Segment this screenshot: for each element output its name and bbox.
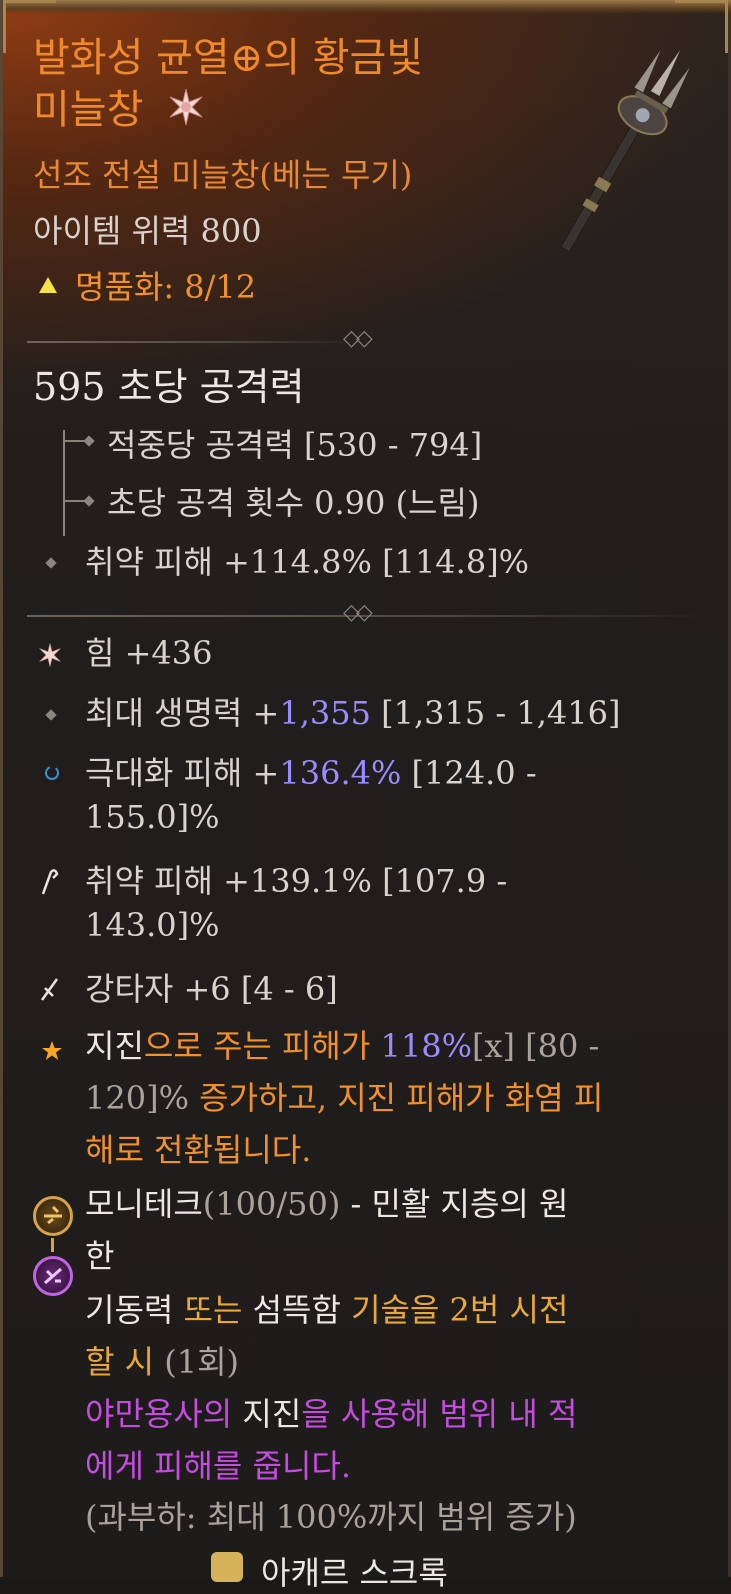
rune-offering-count: (100/50) (202, 1185, 341, 1223)
aspect-range-start: [80 - (515, 1027, 600, 1065)
item-power: 아이템 위력 800 (33, 212, 262, 250)
separator-diamond-2: ◇◇ (343, 600, 373, 625)
aspect-multiplier-marker: [x] (471, 1027, 515, 1065)
affix-diamond-icon (45, 709, 57, 721)
rune-title-line2: 한 (85, 1237, 115, 1275)
item-name-line1: 발화성 균열⊕의 황금빛 (33, 35, 424, 81)
aspect-text-1: 으로 주는 피해가 (143, 1027, 381, 1065)
damage-per-hit: 적중당 공격력 [530 - 794] (107, 426, 483, 464)
item-tooltip: 발화성 균열⊕의 황금빛 미늘창 선조 전설 미늘창(베는 무기) 아이템 위력… (0, 0, 731, 1592)
affix-strength: 힘 +436 (85, 634, 213, 672)
affix-max-life-prefix: 최대 생명력 + (85, 694, 280, 732)
rune-effect-class: 야만용사의 (85, 1395, 243, 1433)
affix-max-life-value: 1,355 (279, 694, 371, 732)
affix-max-life: 최대 생명력 +1,355 [1,315 - 1,416] (85, 688, 620, 734)
item-name-line2-text: 미늘창 (33, 87, 144, 133)
aspect-text-2: 증가하고, 지진 피해가 화염 피 (199, 1079, 604, 1117)
affix-overpower-damage: 극대화 피해 +136.4% [124.0 - (85, 748, 537, 794)
rune-cond-macabre: 섬뜩함 (252, 1291, 352, 1329)
legendary-aspect-star-icon (41, 1040, 63, 1066)
item-name-line2: 미늘창 (33, 84, 206, 140)
tooltip-top-frame (3, 0, 731, 14)
rune-cond-or: 또는 (183, 1291, 253, 1329)
ancestral-star-icon (166, 87, 206, 140)
affix-max-life-range: [1,315 - 1,416] (370, 694, 621, 732)
masterwork-triangle-icon (37, 275, 59, 299)
affix-brawler: 강타자 +6 [4 - 6] (85, 970, 338, 1008)
aspect-range-end: 120]% (85, 1079, 200, 1117)
rune-overflow-text: (과부하: 최대 100%까지 범위 증가) (85, 1498, 577, 1536)
implicit-diamond-icon (45, 557, 57, 569)
affix-overpower-range: [124.0 - (401, 754, 537, 792)
glaive-item-image (556, 36, 696, 260)
rune-effect-line2: 에게 피해를 줍니다. (85, 1447, 352, 1485)
masterwork-level: 명품화: 8/12 (75, 268, 257, 306)
affix-vulnerable-line2: 143.0]% (85, 906, 220, 944)
affix-overpower-prefix: 극대화 피해 + (85, 754, 280, 792)
rune-name: 모니테크 (85, 1185, 203, 1223)
rune-cond-count: (1회) (164, 1343, 240, 1381)
item-type: 선조 전설 미늘창(베는 무기) (33, 156, 413, 194)
tempered-weapon-icon (39, 866, 59, 900)
rune-title: 모니테크(100/50) - 민활 지층의 원 한 (85, 1178, 705, 1282)
legendary-aspect-text: 지진으로 주는 피해가 118%[x] [80 - 120]% 증가하고, 지진… (85, 1020, 705, 1176)
account-bound-icon (211, 1552, 243, 1582)
tree-diamond-1 (83, 435, 95, 447)
aspect-skill-name: 지진 (85, 1027, 144, 1065)
rune-cond-line2: 할 시 (85, 1343, 165, 1381)
tempered-sword-icon (39, 976, 61, 1006)
footer-partial-text: 아캐르 스크록 (261, 1554, 448, 1592)
rune-effect-text: 을 사용해 범위 내 적 (301, 1395, 578, 1433)
separator-top (27, 341, 357, 343)
tree-diamond-2 (83, 495, 95, 507)
affix-vulnerable-damage: 취약 피해 +139.1% [107.9 - (85, 862, 508, 900)
implicit-vulnerable-damage: 취약 피해 +114.8% [114.8]% (85, 543, 530, 581)
rune-gold-socket-icon (33, 1196, 73, 1236)
aspect-value: 118% (380, 1027, 472, 1065)
dps-value: 595 초당 공격력 (33, 365, 305, 409)
rune-condition: 기동력 또는 섬뜩함 기술을 2번 시전 할 시 (1회) (85, 1284, 705, 1388)
aspect-text-3: 해로 전환됩니다. (85, 1131, 312, 1169)
affix-overpower-value: 136.4% (279, 754, 402, 792)
rune-purple-socket-icon (33, 1256, 73, 1296)
rune-effect-skill: 지진 (242, 1395, 302, 1433)
attacks-per-second: 초당 공격 횟수 0.90 (느림) (107, 484, 480, 522)
separator-diamond: ◇◇ (343, 326, 373, 351)
rune-effect: 야만용사의 지진을 사용해 범위 내 적 에게 피해를 줍니다. (85, 1388, 705, 1492)
rune-cond-mobility: 기동력 (85, 1291, 184, 1329)
rune-cond-rest: 기술을 2번 시전 (351, 1291, 569, 1329)
rune-title-rest: - 민활 지층의 원 (340, 1185, 569, 1223)
tempered-refresh-icon (43, 764, 61, 786)
greater-affix-star-icon (37, 642, 63, 672)
affix-overpower-line2: 155.0]% (85, 798, 220, 836)
tree-line-vertical (63, 430, 65, 536)
rune-link-connector (51, 1238, 54, 1252)
